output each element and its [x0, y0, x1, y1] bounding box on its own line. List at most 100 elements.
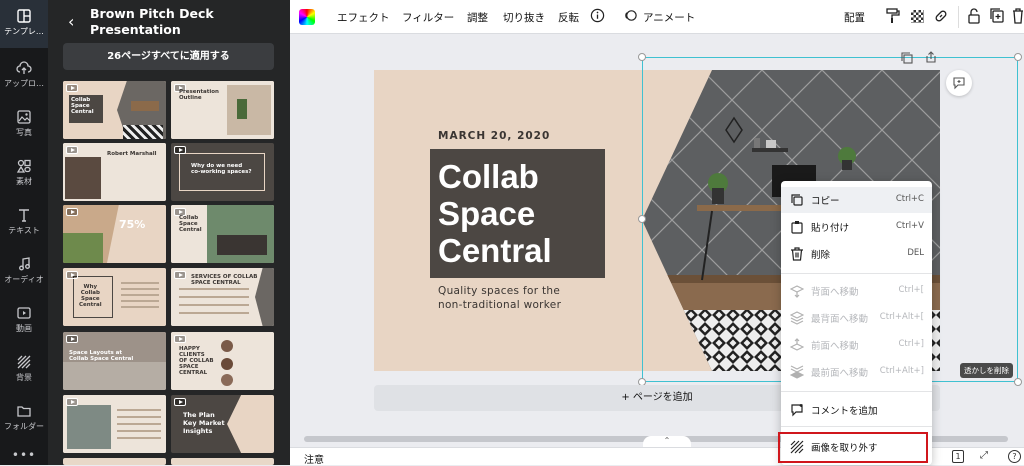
rail-label: アップロ… [4, 79, 44, 88]
resize-handle[interactable] [638, 53, 646, 61]
trash-icon[interactable] [1012, 8, 1024, 24]
rail-item-folder[interactable]: フォルダー [0, 395, 48, 443]
template-thumb[interactable]: 75% [63, 205, 166, 263]
rail-label: 素材 [16, 177, 32, 186]
menu-item-label: コピー [811, 196, 840, 207]
link-icon[interactable] [933, 8, 949, 24]
menu-item-label: 前面へ移動 [811, 341, 859, 352]
template-thumb[interactable] [63, 395, 166, 453]
help-icon[interactable]: ? [1008, 450, 1021, 463]
menu-item-shortcut: DEL [907, 248, 924, 258]
resize-handle[interactable] [1014, 378, 1022, 386]
background-icon [17, 355, 31, 369]
play-badge-icon [174, 146, 186, 154]
rail-item-templates[interactable]: テンプレ… [0, 0, 48, 48]
template-thumb[interactable] [171, 458, 274, 465]
menu-item-send-to-back[interactable]: 最背面へ移動 Ctrl+Alt+[ [781, 305, 932, 331]
resize-handle[interactable] [1014, 53, 1022, 61]
menu-item-paste[interactable]: 貼り付け Ctrl+V [781, 214, 932, 240]
template-thumb[interactable]: Space Layouts at Collab Space Central [63, 332, 166, 390]
fullscreen-icon[interactable]: ⤢ [980, 450, 988, 461]
template-thumb[interactable] [63, 458, 166, 465]
thumb-text: Robert Marshall [107, 151, 157, 157]
slide-subtitle[interactable]: Quality spaces for the non-traditional w… [438, 284, 561, 312]
copy-icon[interactable] [901, 52, 913, 64]
add-comment-button[interactable] [946, 70, 972, 96]
play-badge-icon [66, 146, 78, 154]
menu-item-shortcut: Ctrl+V [895, 221, 924, 231]
rail-item-video[interactable]: 動画 [0, 297, 48, 345]
remove-watermark-tag[interactable]: 透かしを削除 [960, 363, 1013, 378]
template-thumb[interactable]: Collab Space Central [63, 81, 166, 139]
menu-item-delete[interactable]: 削除 DEL [781, 241, 932, 267]
bring-to-front-icon [790, 365, 804, 379]
crop-button[interactable]: 切り抜き [503, 10, 545, 25]
thumb-text: The Plan Key Market Insights [183, 411, 225, 435]
flip-button[interactable]: 反転 [558, 10, 579, 25]
filters-button[interactable]: フィルター [402, 10, 454, 25]
rail-label: テンプレ… [4, 27, 44, 36]
rail-item-text[interactable]: テキスト [0, 199, 48, 247]
effects-button[interactable]: エフェクト [337, 10, 390, 25]
notes-button[interactable]: 注意 [304, 451, 324, 466]
side-rail: テンプレ… アップロ… 写真 素材 テキスト オーディオ 動画 背景 フォルダー… [0, 0, 48, 465]
menu-item-shortcut: Ctrl+C [895, 194, 924, 204]
template-thumb[interactable]: The Plan Key Market Insights [171, 395, 274, 453]
toolbar-divider [958, 6, 959, 28]
template-thumb[interactable]: Why Collab Space Central [63, 268, 166, 326]
audio-icon [19, 257, 30, 271]
template-thumb[interactable]: Robert Marshall [63, 143, 166, 201]
rail-item-audio[interactable]: オーディオ [0, 248, 48, 296]
play-badge-icon [66, 208, 78, 216]
menu-item-label: 最背面へ移動 [811, 314, 869, 325]
rail-item-uploads[interactable]: アップロ… [0, 52, 48, 100]
template-thumb[interactable]: Collab Space Central [171, 205, 274, 263]
slide-date[interactable]: MARCH 20, 2020 [438, 130, 550, 142]
menu-item-add-comment[interactable]: コメントを追加 [781, 397, 932, 423]
video-icon [17, 307, 31, 319]
paint-roller-icon[interactable] [886, 8, 900, 24]
comment-add-icon [791, 404, 803, 417]
adjust-button[interactable]: 調整 [467, 10, 488, 25]
upload-icon [16, 61, 32, 74]
template-thumb[interactable]: SERVICES OF COLLAB SPACE CENTRAL [171, 268, 274, 326]
share-icon[interactable] [925, 51, 937, 63]
rail-label: 写真 [16, 128, 32, 137]
menu-item-label: コメントを追加 [811, 406, 878, 417]
thumb-text: 75% [119, 218, 146, 231]
transparency-icon[interactable] [911, 10, 924, 23]
menu-item-copy[interactable]: コピー Ctrl+C [781, 187, 932, 213]
template-thumb[interactable]: Presentation Outline [171, 81, 274, 139]
copy-icon [791, 194, 803, 206]
template-thumb[interactable]: HAPPY CLIENTS OF COLLAB SPACE CENTRAL [171, 332, 274, 390]
resize-handle[interactable] [638, 215, 646, 223]
apply-all-pages-button[interactable]: 26ページすべてに適用する [63, 43, 274, 70]
info-icon[interactable] [590, 8, 605, 23]
duplicate-icon[interactable] [990, 8, 1004, 24]
thumb-text: Collab Space Central [179, 215, 202, 233]
menu-item-label: 削除 [811, 250, 831, 261]
rail-item-photos[interactable]: 写真 [0, 101, 48, 149]
color-picker-icon[interactable] [299, 9, 315, 25]
menu-item-bring-to-front[interactable]: 最前面へ移動 Ctrl+Alt+] [781, 359, 932, 385]
menu-item-bring-forward[interactable]: 前面へ移動 Ctrl+] [781, 332, 932, 358]
trash-icon [791, 247, 803, 261]
menu-item-send-backward[interactable]: 背面へ移動 Ctrl+[ [781, 278, 932, 304]
animate-button[interactable]: アニメート [643, 10, 695, 25]
template-thumb[interactable]: Why do we need co-working spaces? [171, 143, 274, 201]
more-apps-icon[interactable]: ••• [0, 448, 48, 462]
rail-label: 動画 [16, 324, 32, 333]
paste-icon [791, 221, 803, 234]
template-icon [17, 9, 31, 23]
menu-item-label: 背面へ移動 [811, 287, 859, 298]
rail-label: テキスト [8, 226, 40, 235]
page-count-icon[interactable]: 1 [952, 450, 964, 463]
slide-title[interactable]: Collab Space Central [438, 158, 603, 269]
position-button[interactable]: 配置 [844, 10, 865, 25]
lock-icon[interactable] [967, 8, 981, 24]
play-badge-icon [66, 84, 78, 92]
back-chevron-icon[interactable]: ‹ [68, 12, 74, 31]
rail-item-background[interactable]: 背景 [0, 346, 48, 394]
rail-item-elements[interactable]: 素材 [0, 150, 48, 198]
thumb-text: Collab Space Central [71, 97, 94, 115]
